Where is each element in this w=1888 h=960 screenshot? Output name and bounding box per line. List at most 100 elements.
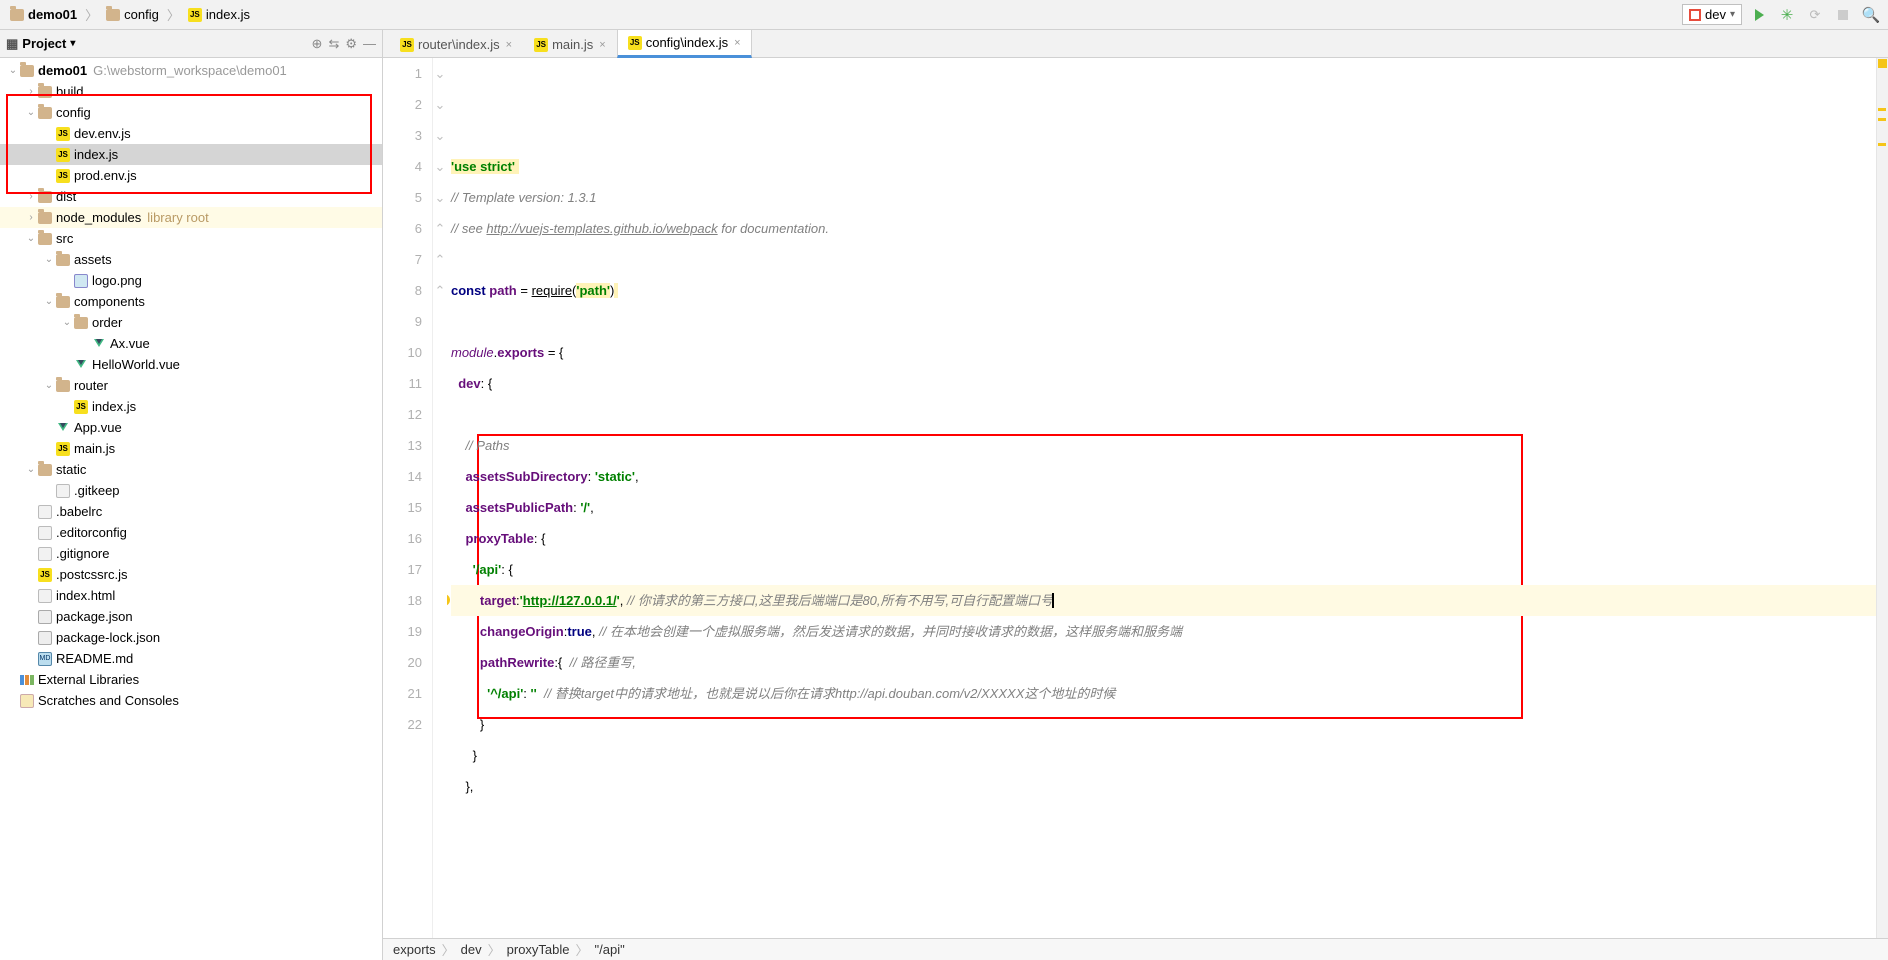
code-line[interactable]: assetsPublicPath: '/', <box>451 492 1876 523</box>
tree-item[interactable]: ⌄config <box>0 102 382 123</box>
tree-item[interactable]: main.js <box>0 438 382 459</box>
code-line[interactable]: } <box>451 740 1876 771</box>
fold-handle[interactable]: ⌃ <box>433 275 447 306</box>
code-line[interactable] <box>451 802 1876 833</box>
tree-item[interactable]: package-lock.json <box>0 627 382 648</box>
tree-item[interactable]: .gitkeep <box>0 480 382 501</box>
tree-twistie[interactable]: ⌄ <box>60 317 74 328</box>
tree-item[interactable]: index.html <box>0 585 382 606</box>
tree-item[interactable]: ⌄components <box>0 291 382 312</box>
tree-item[interactable]: ⌄src <box>0 228 382 249</box>
close-icon[interactable]: × <box>506 39 512 51</box>
breadcrumb-item[interactable]: demo01 <box>6 5 81 24</box>
tree-twistie[interactable]: › <box>24 191 38 202</box>
error-stripe[interactable] <box>1876 58 1888 938</box>
tree-twistie[interactable]: ⌄ <box>42 296 56 307</box>
warning-marker[interactable] <box>1878 108 1886 111</box>
code-line[interactable]: assetsSubDirectory: 'static', <box>451 461 1876 492</box>
run-button[interactable] <box>1748 4 1770 26</box>
editor-tab[interactable]: config\index.js× <box>617 29 752 58</box>
locate-icon[interactable]: ⊕ <box>312 36 323 52</box>
code-line[interactable] <box>451 306 1876 337</box>
tree-item[interactable]: logo.png <box>0 270 382 291</box>
code-line[interactable]: // Paths <box>451 430 1876 461</box>
project-title[interactable]: ▦ Project ▾ <box>6 36 312 52</box>
code-line[interactable]: // Template version: 1.3.1 <box>451 182 1876 213</box>
hide-icon[interactable]: — <box>363 36 376 52</box>
tree-twistie[interactable]: ⌄ <box>42 380 56 391</box>
editor-status-crumb[interactable]: dev <box>461 942 482 957</box>
tree-twistie[interactable]: ⌄ <box>24 233 38 244</box>
fold-handle[interactable]: ⌄ <box>433 89 447 120</box>
editor-status-crumb[interactable]: "/api" <box>595 942 625 957</box>
tree-twistie[interactable]: › <box>24 212 38 223</box>
code-line[interactable]: dev: { <box>451 368 1876 399</box>
tree-item[interactable]: App.vue <box>0 417 382 438</box>
code-line[interactable]: '/api': { <box>451 554 1876 585</box>
tree-item[interactable]: ⌄router <box>0 375 382 396</box>
warning-marker[interactable] <box>1878 143 1886 146</box>
intention-bulb-icon[interactable] <box>447 594 450 606</box>
tree-item[interactable]: Ax.vue <box>0 333 382 354</box>
tree-item[interactable]: .editorconfig <box>0 522 382 543</box>
tree-item[interactable]: ⌄order <box>0 312 382 333</box>
code-content[interactable]: 'use strict' // Template version: 1.3.1/… <box>447 58 1876 938</box>
tree-item[interactable]: .babelrc <box>0 501 382 522</box>
tree-item[interactable]: ⌄demo01G:\webstorm_workspace\demo01 <box>0 60 382 81</box>
tree-item[interactable]: package.json <box>0 606 382 627</box>
close-icon[interactable]: × <box>734 37 740 49</box>
fold-handle[interactable]: ⌃ <box>433 244 447 275</box>
search-button[interactable]: 🔍 <box>1860 4 1882 26</box>
code-line[interactable]: const path = require('path') <box>451 275 1876 306</box>
fold-gutter[interactable]: ⌄⌄⌄⌄⌄⌃⌃⌃ <box>433 58 447 938</box>
fold-handle[interactable]: ⌄ <box>433 182 447 213</box>
code-line[interactable]: 'use strict' <box>451 151 1876 182</box>
editor-status-crumb[interactable]: proxyTable <box>507 942 570 957</box>
gear-icon[interactable]: ⚙ <box>345 36 357 52</box>
close-icon[interactable]: × <box>599 39 605 51</box>
code-line[interactable]: changeOrigin:true, // 在本地会创建一个虚拟服务端，然后发送… <box>451 616 1876 647</box>
fold-handle[interactable]: ⌄ <box>433 120 447 151</box>
editor-tab[interactable]: main.js× <box>523 31 617 57</box>
tree-item[interactable]: HelloWorld.vue <box>0 354 382 375</box>
code-line[interactable] <box>451 244 1876 275</box>
tree-item[interactable]: Scratches and Consoles <box>0 690 382 711</box>
tree-item[interactable]: index.js <box>0 396 382 417</box>
code-line[interactable]: proxyTable: { <box>451 523 1876 554</box>
expand-icon[interactable]: ⇆ <box>328 36 339 52</box>
tree-item[interactable]: .postcssrc.js <box>0 564 382 585</box>
code-editor[interactable]: 12345678910111213141516171819202122 ⌄⌄⌄⌄… <box>383 58 1888 938</box>
fold-handle[interactable]: ⌄ <box>433 151 447 182</box>
editor-tab[interactable]: router\index.js× <box>389 31 523 57</box>
fold-handle[interactable]: ⌃ <box>433 213 447 244</box>
code-line[interactable]: // see http://vuejs-templates.github.io/… <box>451 213 1876 244</box>
breadcrumb-item[interactable]: index.js <box>184 5 254 24</box>
tree-item[interactable]: dev.env.js <box>0 123 382 144</box>
tree-item[interactable]: ›node_moduleslibrary root <box>0 207 382 228</box>
fold-handle[interactable]: ⌄ <box>433 58 447 89</box>
coverage-button[interactable]: ⟳ <box>1804 4 1826 26</box>
code-line[interactable]: pathRewrite:{ // 路径重写, <box>451 647 1876 678</box>
tree-item[interactable]: README.md <box>0 648 382 669</box>
tree-item[interactable]: prod.env.js <box>0 165 382 186</box>
debug-button[interactable]: ✳ <box>1776 4 1798 26</box>
code-line[interactable]: } <box>451 709 1876 740</box>
code-line[interactable]: '^/api': '' // 替换target中的请求地址，也就是说以后你在请求… <box>451 678 1876 709</box>
tree-item[interactable]: ⌄static <box>0 459 382 480</box>
tree-item[interactable]: ›build <box>0 81 382 102</box>
breadcrumb-item[interactable]: config <box>102 5 163 24</box>
tree-item[interactable]: ›dist <box>0 186 382 207</box>
code-line[interactable]: target:'http://127.0.0.1/', // 你请求的第三方接口… <box>451 585 1876 616</box>
warning-marker[interactable] <box>1878 118 1886 121</box>
tree-twistie[interactable]: ⌄ <box>24 107 38 118</box>
tree-twistie[interactable]: › <box>24 86 38 97</box>
run-config-selector[interactable]: dev ▾ <box>1682 4 1742 25</box>
tree-item[interactable]: External Libraries <box>0 669 382 690</box>
code-line[interactable] <box>451 399 1876 430</box>
project-tree[interactable]: ⌄demo01G:\webstorm_workspace\demo01›buil… <box>0 58 382 960</box>
tree-item[interactable]: index.js <box>0 144 382 165</box>
code-line[interactable]: module.exports = { <box>451 337 1876 368</box>
tree-item[interactable]: ⌄assets <box>0 249 382 270</box>
editor-status-crumb[interactable]: exports <box>393 942 436 957</box>
tree-twistie[interactable]: ⌄ <box>24 464 38 475</box>
